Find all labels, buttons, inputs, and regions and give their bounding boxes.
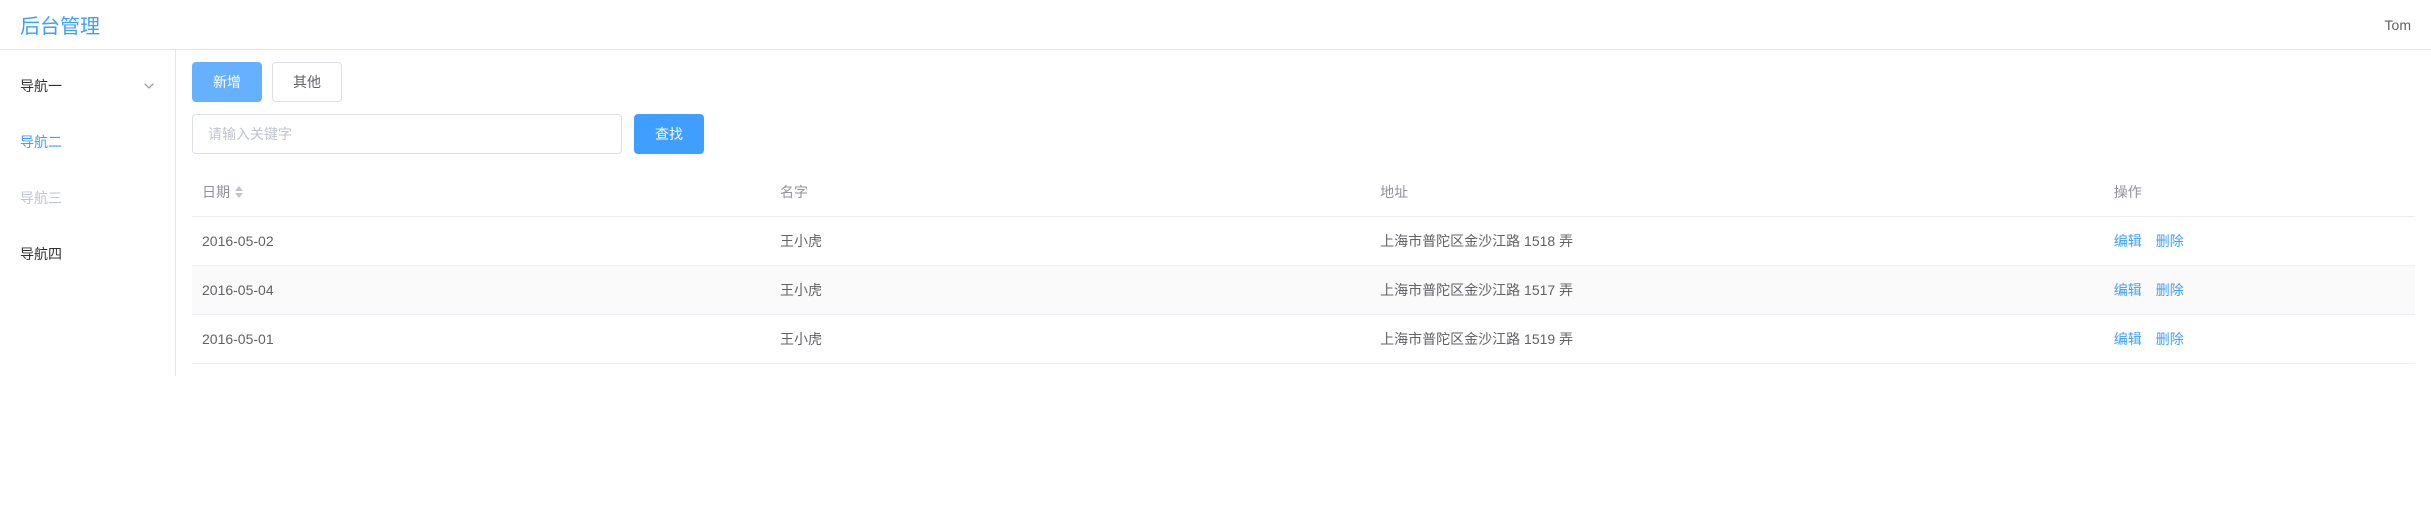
search-input[interactable] xyxy=(192,114,622,154)
sort-icon[interactable] xyxy=(234,186,244,198)
user-name[interactable]: Tom xyxy=(2385,17,2411,33)
edit-link[interactable]: 编辑 xyxy=(2114,280,2142,300)
cell-name: 王小虎 xyxy=(770,266,1370,315)
search-button[interactable]: 查找 xyxy=(634,114,704,154)
table-row: 2016-05-01 王小虎 上海市普陀区金沙江路 1519 弄 编辑 删除 xyxy=(192,315,2415,364)
cell-operation: 编辑 删除 xyxy=(2104,217,2415,266)
cell-operation: 编辑 删除 xyxy=(2104,315,2415,364)
toolbar: 新增 其他 xyxy=(192,62,2415,102)
column-label: 地址 xyxy=(1380,184,1408,200)
column-label: 名字 xyxy=(780,184,808,200)
header: 后台管理 Tom xyxy=(0,0,2431,50)
table-row: 2016-05-04 王小虎 上海市普陀区金沙江路 1517 弄 编辑 删除 xyxy=(192,266,2415,315)
delete-link[interactable]: 删除 xyxy=(2156,280,2184,300)
cell-operation: 编辑 删除 xyxy=(2104,266,2415,315)
cell-name: 王小虎 xyxy=(770,217,1370,266)
edit-link[interactable]: 编辑 xyxy=(2114,231,2142,251)
cell-date: 2016-05-02 xyxy=(192,217,770,266)
sidebar-item-nav4[interactable]: 导航四 xyxy=(0,226,175,282)
sidebar-item-label: 导航四 xyxy=(20,226,62,282)
data-table: 日期 名字 地址 操作 2016-05-02 王小虎 xyxy=(192,168,2415,364)
sidebar: 导航一 导航二 导航三 导航四 xyxy=(0,50,175,376)
add-button[interactable]: 新增 xyxy=(192,62,262,102)
sidebar-item-nav2[interactable]: 导航二 xyxy=(0,114,175,170)
column-header-date[interactable]: 日期 xyxy=(192,168,770,217)
cell-address: 上海市普陀区金沙江路 1517 弄 xyxy=(1370,266,2104,315)
search-bar: 查找 xyxy=(192,114,2415,154)
cell-address: 上海市普陀区金沙江路 1519 弄 xyxy=(1370,315,2104,364)
column-header-name: 名字 xyxy=(770,168,1370,217)
table-row: 2016-05-02 王小虎 上海市普陀区金沙江路 1518 弄 编辑 删除 xyxy=(192,217,2415,266)
column-header-address: 地址 xyxy=(1370,168,2104,217)
cell-date: 2016-05-04 xyxy=(192,266,770,315)
cell-name: 王小虎 xyxy=(770,315,1370,364)
edit-link[interactable]: 编辑 xyxy=(2114,329,2142,349)
column-header-operation: 操作 xyxy=(2104,168,2415,217)
main-content: 新增 其他 查找 日期 xyxy=(175,50,2431,376)
other-button[interactable]: 其他 xyxy=(272,62,342,102)
sidebar-item-label: 导航二 xyxy=(20,114,62,170)
column-label: 操作 xyxy=(2114,184,2142,200)
sidebar-item-nav1[interactable]: 导航一 xyxy=(0,58,175,114)
delete-link[interactable]: 删除 xyxy=(2156,231,2184,251)
cell-address: 上海市普陀区金沙江路 1518 弄 xyxy=(1370,217,2104,266)
delete-link[interactable]: 删除 xyxy=(2156,329,2184,349)
sidebar-item-label: 导航一 xyxy=(20,58,62,114)
column-label: 日期 xyxy=(202,182,230,202)
sidebar-item-label: 导航三 xyxy=(20,170,62,226)
sidebar-item-nav3: 导航三 xyxy=(0,170,175,226)
cell-date: 2016-05-01 xyxy=(192,315,770,364)
table-header-row: 日期 名字 地址 操作 xyxy=(192,168,2415,217)
app-title: 后台管理 xyxy=(20,10,100,39)
chevron-down-icon xyxy=(143,80,155,92)
